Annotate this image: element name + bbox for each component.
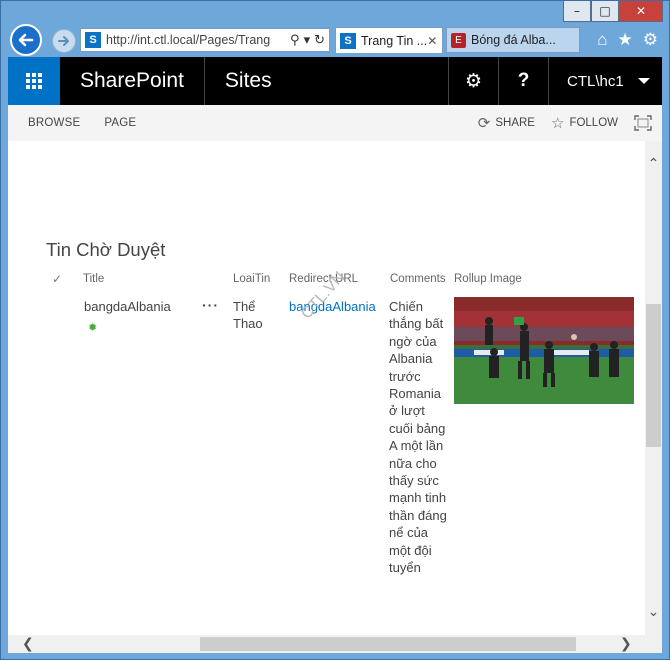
back-button[interactable] — [10, 24, 42, 56]
list-title: Tin Chờ Duyệt — [46, 239, 166, 260]
settings-button[interactable]: ⚙ — [448, 57, 498, 105]
maximize-button[interactable]: □ — [591, 1, 619, 22]
user-name: CTL\hc1 — [567, 72, 624, 90]
follow-button[interactable]: ☆ FOLLOW — [551, 114, 618, 132]
tab-label: Trang Tin ... — [361, 33, 428, 48]
help-button[interactable]: ? — [498, 57, 548, 105]
follow-label: FOLLOW — [569, 117, 618, 129]
horizontal-scroll-thumb[interactable] — [200, 637, 576, 651]
gear-icon[interactable]: ⚙ — [643, 30, 658, 50]
star-icon[interactable]: ★ — [618, 30, 633, 50]
item-menu-ellipsis[interactable]: ··· — [202, 297, 219, 313]
address-bar[interactable]: S http://int.ctl.local/Pages/Trang ⚲ ▾ ↻ — [80, 28, 330, 52]
column-header-title[interactable]: Title — [83, 273, 104, 285]
dropdown-icon[interactable]: ▾ — [304, 32, 311, 48]
ribbon: BROWSE PAGE ⟳ SHARE ☆ FOLLOW — [8, 105, 662, 141]
forward-button[interactable] — [52, 29, 76, 53]
focus-icon — [634, 115, 652, 131]
share-label: SHARE — [495, 117, 535, 129]
gear-icon: ⚙ — [464, 70, 483, 92]
rollup-image[interactable] — [454, 297, 634, 404]
scroll-left-icon[interactable]: ❮ — [22, 635, 34, 652]
star-outline-icon: ☆ — [550, 115, 565, 132]
scroll-right-icon[interactable]: ❯ — [620, 635, 632, 652]
tab-browse[interactable]: BROWSE — [8, 117, 92, 129]
close-button[interactable]: ✕ — [619, 1, 663, 22]
browser-window: – □ ✕ S http://int.ctl.local/Pages/Trang… — [0, 0, 670, 660]
page-content: Tin Chờ Duyệt ✓ Title LoaiTin Redirect U… — [8, 141, 645, 635]
address-text[interactable]: http://int.ctl.local/Pages/Trang — [106, 33, 286, 47]
scroll-up-icon[interactable]: ⌃ — [645, 155, 662, 172]
vertical-scrollbar[interactable]: ⌃ ⌄ — [645, 141, 662, 635]
tab-label: Bóng đá Alba... — [471, 33, 556, 47]
sharepoint-suite-bar: SharePoint Sites ⚙ ? CTL\hc1 — [8, 57, 662, 105]
tab-trang-tin[interactable]: S Trang Tin ... ✕ — [335, 27, 443, 53]
football-celebration-image — [454, 297, 634, 404]
minimize-button[interactable]: – — [563, 1, 591, 22]
app-launcher-button[interactable] — [8, 57, 60, 105]
column-header-rollup-image[interactable]: Rollup Image — [454, 273, 522, 285]
back-arrow-icon — [18, 33, 34, 47]
tab-page[interactable]: PAGE — [92, 117, 148, 129]
select-all-checkmark-icon[interactable]: ✓ — [52, 272, 62, 286]
forward-arrow-icon — [58, 36, 69, 46]
window-controls: – □ ✕ — [563, 1, 663, 22]
scroll-down-icon[interactable]: ⌄ — [645, 603, 662, 620]
browser-chrome: S http://int.ctl.local/Pages/Trang ⚲ ▾ ↻… — [2, 22, 668, 57]
search-icon[interactable]: ⚲ — [290, 32, 300, 48]
tab-close-icon[interactable]: ✕ — [427, 34, 442, 48]
focus-content-button[interactable] — [634, 115, 652, 131]
home-icon[interactable]: ⌂ — [597, 30, 607, 50]
new-item-icon: ✹ — [88, 322, 98, 334]
newspaper-icon: E — [451, 32, 466, 48]
waffle-icon — [26, 73, 42, 89]
column-header-loaitin[interactable]: LoaiTin — [233, 273, 270, 285]
column-header-comments[interactable]: Comments — [390, 273, 446, 285]
sites-link[interactable]: Sites — [205, 69, 272, 93]
tab-bong-da[interactable]: E Bóng đá Alba... — [446, 27, 580, 53]
share-icon: ⟳ — [477, 115, 491, 132]
item-comments: Chiến thắng bất ngờ của Albania trước Ro… — [389, 299, 447, 576]
horizontal-scrollbar[interactable]: ❮ ❯ — [8, 635, 645, 653]
user-menu[interactable]: CTL\hc1 — [548, 57, 662, 105]
refresh-icon[interactable]: ↻ — [314, 32, 325, 48]
item-title-link[interactable]: bangdaAlbania — [84, 298, 171, 315]
vertical-scroll-thumb[interactable] — [646, 304, 661, 447]
item-loaitin: Thể Thao — [233, 299, 263, 332]
sharepoint-favicon: S — [85, 32, 101, 48]
share-button[interactable]: ⟳ SHARE — [478, 114, 535, 132]
sharepoint-brand[interactable]: SharePoint — [60, 57, 205, 105]
sharepoint-tab-icon: S — [340, 32, 356, 49]
scrollbar-corner — [645, 635, 662, 653]
caret-down-icon — [638, 78, 650, 84]
